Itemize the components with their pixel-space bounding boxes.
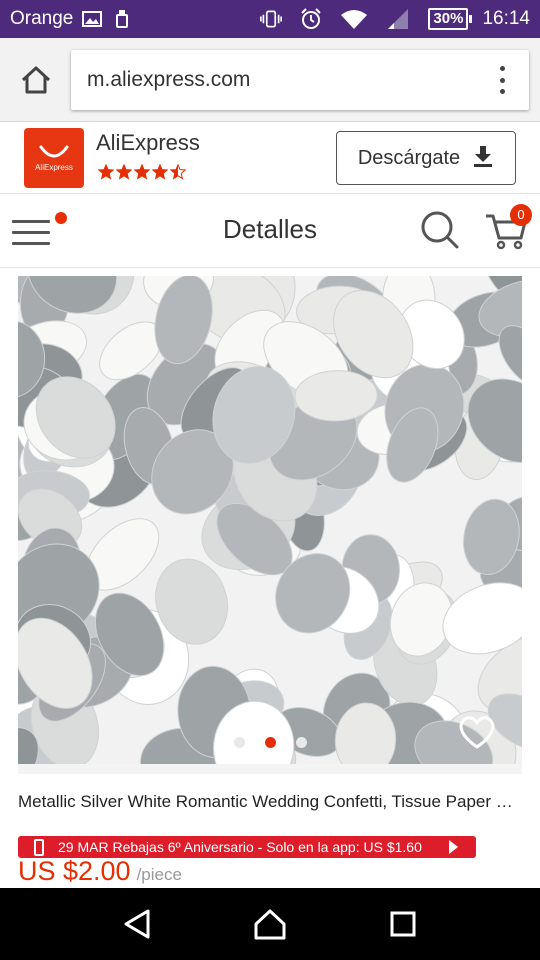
browser-toolbar: m.aliexpress.com xyxy=(0,38,540,122)
carousel-dot[interactable] xyxy=(295,737,307,748)
battery-level: 30% xyxy=(428,8,469,30)
star-icon xyxy=(133,163,151,185)
signal-icon xyxy=(386,8,410,30)
star-icon xyxy=(151,163,169,185)
carrier-name: Orange xyxy=(10,8,74,29)
arrow-right-icon xyxy=(449,840,458,854)
phone-icon xyxy=(34,838,44,856)
app-install-banner: AliExpress AliExpress Descárgate xyxy=(0,122,540,194)
status-bar: Orange 30% 16:14 xyxy=(0,0,540,38)
site-header: Detalles 0 xyxy=(0,194,540,268)
carousel-dot[interactable] xyxy=(264,737,276,748)
vibrate-icon xyxy=(260,8,283,30)
home-icon[interactable] xyxy=(18,62,54,98)
status-icons: 30% 16:14 xyxy=(260,8,530,30)
promo-text: 29 MAR Rebajas 6º Aniversario - Solo en … xyxy=(58,839,422,855)
battery-icon: 30% xyxy=(428,8,473,30)
rating-stars xyxy=(97,163,187,185)
cart-count-badge: 0 xyxy=(510,204,532,226)
download-button[interactable]: Descárgate xyxy=(336,131,516,185)
carousel-dot[interactable] xyxy=(233,737,245,748)
system-nav-bar xyxy=(0,888,540,960)
url-bar[interactable]: m.aliexpress.com xyxy=(71,50,529,110)
promo-banner[interactable]: 29 MAR Rebajas 6º Aniversario - Solo en … xyxy=(18,836,476,858)
url-text: m.aliexpress.com xyxy=(87,68,251,91)
cart-icon[interactable]: 0 xyxy=(484,204,532,252)
clock: 16:14 xyxy=(482,8,530,29)
download-icon xyxy=(472,145,494,172)
overflow-menu-icon[interactable] xyxy=(495,66,509,94)
confetti-photo xyxy=(18,276,522,764)
product-image[interactable] xyxy=(18,276,522,764)
search-icon[interactable] xyxy=(420,210,460,250)
download-button-label: Descárgate xyxy=(357,146,461,169)
alarm-icon xyxy=(300,8,322,30)
price-row: US $2.00 /piece xyxy=(18,856,182,887)
app-name: AliExpress xyxy=(96,130,200,155)
divider xyxy=(18,764,522,774)
recents-icon[interactable] xyxy=(383,904,423,944)
product-title[interactable]: Metallic Silver White Romantic Wedding C… xyxy=(18,792,522,812)
star-icon xyxy=(169,163,187,185)
back-icon[interactable] xyxy=(117,904,157,944)
aliexpress-logo: AliExpress xyxy=(24,128,84,188)
product-price: US $2.00 xyxy=(18,856,131,886)
image-icon xyxy=(81,8,103,30)
star-icon xyxy=(115,163,133,185)
carousel-indicator xyxy=(18,737,522,748)
logo-text: AliExpress xyxy=(35,162,73,172)
page: Orange 30% 16:14 m.aliexpress.com AliExp… xyxy=(0,0,540,960)
price-unit: /piece xyxy=(136,865,182,884)
home-icon[interactable] xyxy=(250,904,290,944)
heart-icon[interactable] xyxy=(458,714,496,750)
usb-icon xyxy=(111,8,133,30)
wifi-icon xyxy=(340,8,368,30)
star-icon xyxy=(97,163,115,185)
